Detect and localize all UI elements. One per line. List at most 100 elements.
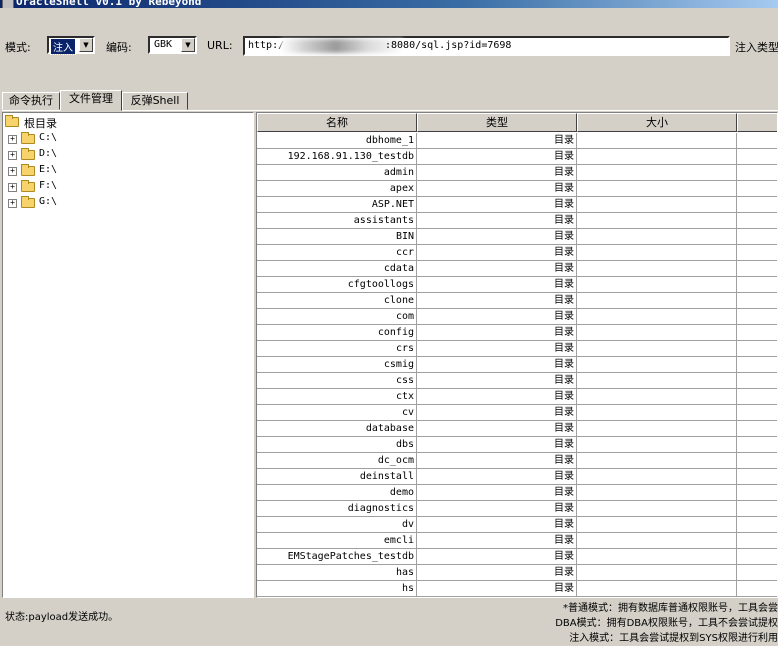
- cell-size: [577, 309, 737, 325]
- table-row[interactable]: diagnostics 目录: [257, 501, 777, 517]
- table-row[interactable]: cdata 目录: [257, 261, 777, 277]
- encoding-label: 编码:: [106, 41, 132, 54]
- table-row[interactable]: cfgtoollogs 目录: [257, 277, 777, 293]
- cell-extra: [737, 293, 777, 309]
- cell-extra: [737, 229, 777, 245]
- cell-extra: [737, 197, 777, 213]
- column-header-extra: [737, 113, 777, 132]
- cell-extra: [737, 501, 777, 517]
- cell-size: [577, 325, 737, 341]
- table-row[interactable]: EMStagePatches_testdb 目录: [257, 549, 777, 565]
- cell-type: 目录: [417, 165, 577, 181]
- cell-type: 目录: [417, 373, 577, 389]
- column-header-size[interactable]: 大小: [577, 113, 737, 132]
- table-row[interactable]: assistants 目录: [257, 213, 777, 229]
- note-line: DBA模式：拥有DBA权限账号，工具不会尝试提权: [555, 618, 778, 629]
- table-row[interactable]: dbhome_1 目录: [257, 133, 777, 149]
- cell-size: [577, 277, 737, 293]
- cell-extra: [737, 181, 777, 197]
- tab-command[interactable]: 命令执行: [2, 92, 60, 110]
- table-row[interactable]: ASP.NET 目录: [257, 197, 777, 213]
- cell-type: 目录: [417, 549, 577, 565]
- table-row[interactable]: admin 目录: [257, 165, 777, 181]
- table-row[interactable]: clone 目录: [257, 293, 777, 309]
- file-table[interactable]: 名称 类型 大小 dbhome_1 目录 192.168.91.130_testdb…: [256, 112, 778, 598]
- cell-type: 目录: [417, 149, 577, 165]
- expand-icon[interactable]: +: [8, 135, 17, 144]
- tab-reverse-shell[interactable]: 反弹Shell: [122, 92, 188, 110]
- chevron-down-icon[interactable]: ▼: [181, 38, 195, 52]
- cell-type: 目录: [417, 485, 577, 501]
- table-row[interactable]: apex 目录: [257, 181, 777, 197]
- cell-name: database: [257, 421, 417, 437]
- cell-size: [577, 373, 737, 389]
- cell-type: 目录: [417, 533, 577, 549]
- cell-name: hs: [257, 581, 417, 597]
- table-row[interactable]: dbs 目录: [257, 437, 777, 453]
- directory-tree[interactable]: 根目录 + C:\ + D:\ + E:\ + F:\ + G:\: [2, 112, 254, 598]
- cell-size: [577, 261, 737, 277]
- cell-type: 目录: [417, 517, 577, 533]
- cell-size: [577, 517, 737, 533]
- column-header-name[interactable]: 名称: [257, 113, 417, 132]
- cell-size: [577, 485, 737, 501]
- cell-type: 目录: [417, 277, 577, 293]
- cell-name: demo: [257, 485, 417, 501]
- table-row[interactable]: ccr 目录: [257, 245, 777, 261]
- cell-type: 目录: [417, 405, 577, 421]
- folder-icon: [21, 148, 35, 160]
- table-row[interactable]: ctx 目录: [257, 389, 777, 405]
- cell-extra: [737, 325, 777, 341]
- cell-name: ctx: [257, 389, 417, 405]
- cell-extra: [737, 341, 777, 357]
- cell-size: [577, 165, 737, 181]
- table-row[interactable]: BIN 目录: [257, 229, 777, 245]
- table-row[interactable]: dc_ocm 目录: [257, 453, 777, 469]
- cell-extra: [737, 437, 777, 453]
- table-row[interactable]: 192.168.91.130_testdb 目录: [257, 149, 777, 165]
- cell-type: 目录: [417, 293, 577, 309]
- cell-extra: [737, 453, 777, 469]
- mode-select[interactable]: 注入 ▼: [47, 36, 95, 55]
- cell-type: 目录: [417, 421, 577, 437]
- table-row[interactable]: dv 目录: [257, 517, 777, 533]
- cell-size: [577, 533, 737, 549]
- table-row[interactable]: has 目录: [257, 565, 777, 581]
- table-row[interactable]: csmig 目录: [257, 357, 777, 373]
- table-row[interactable]: com 目录: [257, 309, 777, 325]
- cell-extra: [737, 517, 777, 533]
- url-input[interactable]: http:/ :8080/sql.jsp?id=7698: [243, 36, 730, 56]
- cell-name: cv: [257, 405, 417, 421]
- cell-name: dbhome_1: [257, 133, 417, 149]
- cell-extra: [737, 533, 777, 549]
- table-row[interactable]: css 目录: [257, 373, 777, 389]
- table-row[interactable]: cv 目录: [257, 405, 777, 421]
- encoding-select[interactable]: GBK ▼: [148, 36, 197, 54]
- cell-name: BIN: [257, 229, 417, 245]
- cell-size: [577, 181, 737, 197]
- chevron-down-icon[interactable]: ▼: [79, 38, 93, 52]
- cell-type: 目录: [417, 325, 577, 341]
- cell-extra: [737, 357, 777, 373]
- table-row[interactable]: crs 目录: [257, 341, 777, 357]
- folder-icon: [5, 115, 19, 127]
- expand-icon[interactable]: +: [8, 183, 17, 192]
- table-row[interactable]: hs 目录: [257, 581, 777, 597]
- table-row[interactable]: deinstall 目录: [257, 469, 777, 485]
- table-row[interactable]: config 目录: [257, 325, 777, 341]
- tab-file-manager[interactable]: 文件管理: [60, 90, 122, 111]
- expand-icon[interactable]: +: [8, 151, 17, 160]
- column-header-type[interactable]: 类型: [417, 113, 577, 132]
- inject-type-label: 注入类型: [735, 41, 778, 54]
- url-prefix: http:/: [248, 40, 285, 51]
- table-row[interactable]: database 目录: [257, 421, 777, 437]
- table-row[interactable]: demo 目录: [257, 485, 777, 501]
- folder-icon: [21, 164, 35, 176]
- cell-extra: [737, 261, 777, 277]
- cell-extra: [737, 165, 777, 181]
- table-row[interactable]: emcli 目录: [257, 533, 777, 549]
- expand-icon[interactable]: +: [8, 199, 17, 208]
- cell-size: [577, 581, 737, 597]
- expand-icon[interactable]: +: [8, 167, 17, 176]
- cell-extra: [737, 277, 777, 293]
